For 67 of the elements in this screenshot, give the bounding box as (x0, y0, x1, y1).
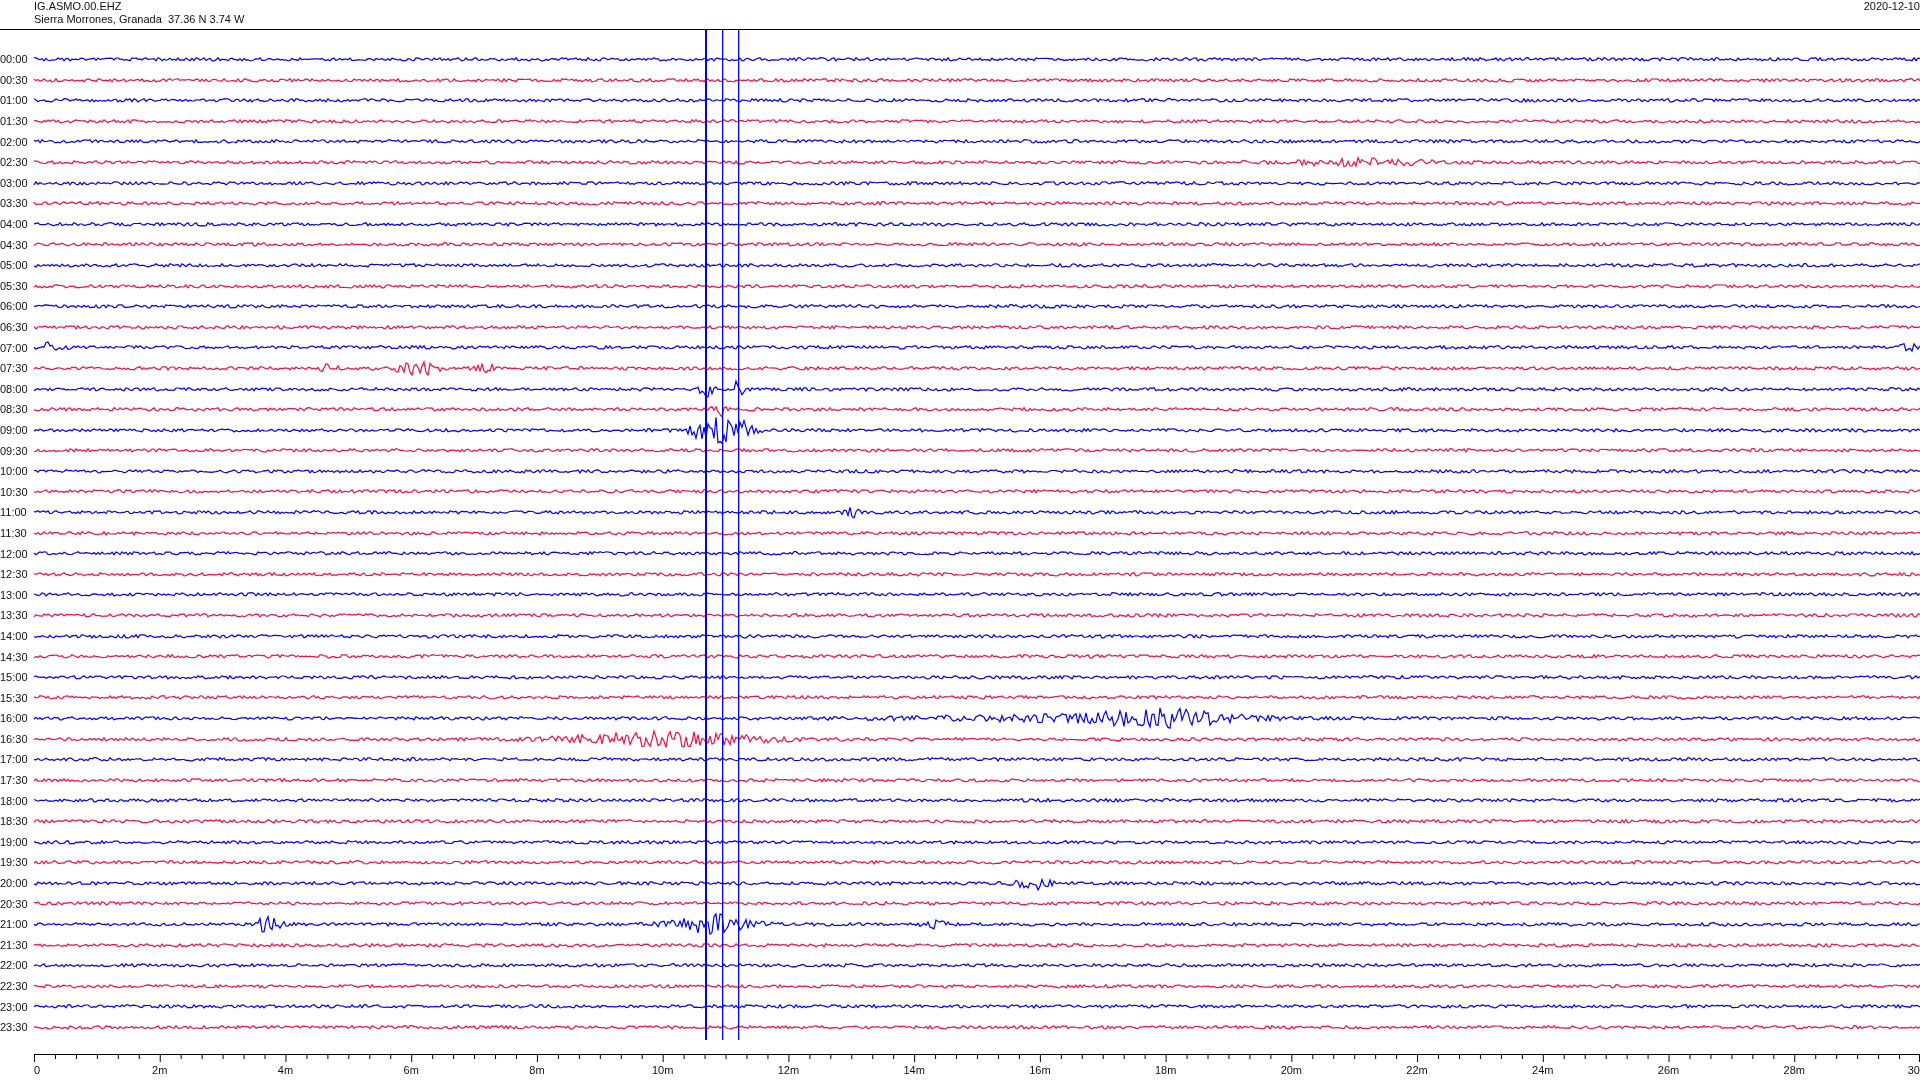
time-label: 10:30 (0, 485, 29, 498)
time-label: 06:00 (0, 300, 29, 313)
tick-label: 18m (1154, 1064, 1177, 1076)
time-label: 22:00 (0, 959, 29, 972)
date-label: 2020-12-10 (1863, 0, 1920, 13)
tick-label: 30 (1907, 1064, 1920, 1076)
time-label: 21:00 (0, 918, 29, 931)
time-label: 03:00 (0, 176, 29, 189)
time-label: 21:30 (0, 938, 29, 951)
tick-label: 0 (33, 1064, 41, 1076)
time-label: 10:00 (0, 465, 29, 478)
time-label: 00:00 (0, 53, 29, 66)
tick-label: 24m (1532, 1064, 1554, 1076)
tick-label: 28m (1783, 1064, 1805, 1076)
time-label: 02:30 (0, 156, 29, 169)
time-label: 05:00 (0, 259, 29, 272)
time-label: 17:00 (0, 753, 29, 766)
time-label: 03:30 (0, 197, 29, 210)
station-location: Sierra Morrones, Granada 37.36 N 3.74 W (34, 13, 245, 26)
time-label: 23:00 (0, 1000, 29, 1013)
tick-label: 6m (403, 1064, 419, 1076)
time-label: 13:00 (0, 588, 29, 601)
time-label: 11:30 (0, 526, 28, 539)
time-label: 02:00 (0, 135, 29, 148)
tick-label: 16m (1029, 1064, 1051, 1076)
time-label: 14:00 (0, 629, 29, 642)
time-label: 16:00 (0, 712, 29, 725)
time-label: 18:30 (0, 815, 29, 828)
time-label: 04:30 (0, 238, 29, 251)
time-label: 23:30 (0, 1021, 29, 1034)
time-label: 07:00 (0, 341, 29, 354)
tick-label: 26m (1657, 1064, 1680, 1076)
time-label: 08:30 (0, 403, 29, 416)
time-label: 19:00 (0, 835, 29, 848)
tick-label: 22m (1406, 1064, 1428, 1076)
tick-label: 4m (277, 1064, 294, 1076)
station-code: IG.ASMO.00.EHZ (34, 0, 123, 13)
time-label: 01:00 (0, 94, 29, 107)
tick-label: 12m (777, 1064, 800, 1076)
time-label: 22:30 (0, 980, 29, 992)
time-label: 09:30 (0, 444, 29, 457)
time-label: 08:00 (0, 382, 29, 395)
time-label: 12:30 (0, 568, 29, 581)
time-label: 07:30 (0, 362, 29, 375)
tick-label: 10m (651, 1064, 674, 1076)
time-label: 19:30 (0, 856, 29, 869)
time-label: 00:30 (0, 73, 29, 86)
time-label: 04:00 (0, 218, 29, 231)
tick-label: 8m (529, 1064, 545, 1076)
tick-label: 20m (1280, 1064, 1303, 1076)
time-label: 17:30 (0, 774, 29, 787)
time-label: 15:30 (0, 691, 29, 704)
time-label: 14:30 (0, 650, 29, 663)
tick-label: 14m (903, 1064, 925, 1076)
time-label: 18:00 (0, 794, 29, 807)
time-label: 12:00 (0, 547, 29, 560)
time-label: 20:00 (0, 877, 29, 890)
time-label: 11:00 (0, 506, 28, 519)
time-label: 13:30 (0, 609, 29, 622)
time-label: 01:30 (0, 115, 29, 128)
tick-label: 2m (152, 1064, 168, 1076)
time-label: 20:30 (0, 897, 29, 910)
time-label: 16:30 (0, 732, 29, 745)
time-label: 09:00 (0, 424, 29, 436)
time-label: 06:30 (0, 321, 29, 333)
time-label: 15:00 (0, 671, 29, 684)
time-label: 05:30 (0, 279, 29, 292)
